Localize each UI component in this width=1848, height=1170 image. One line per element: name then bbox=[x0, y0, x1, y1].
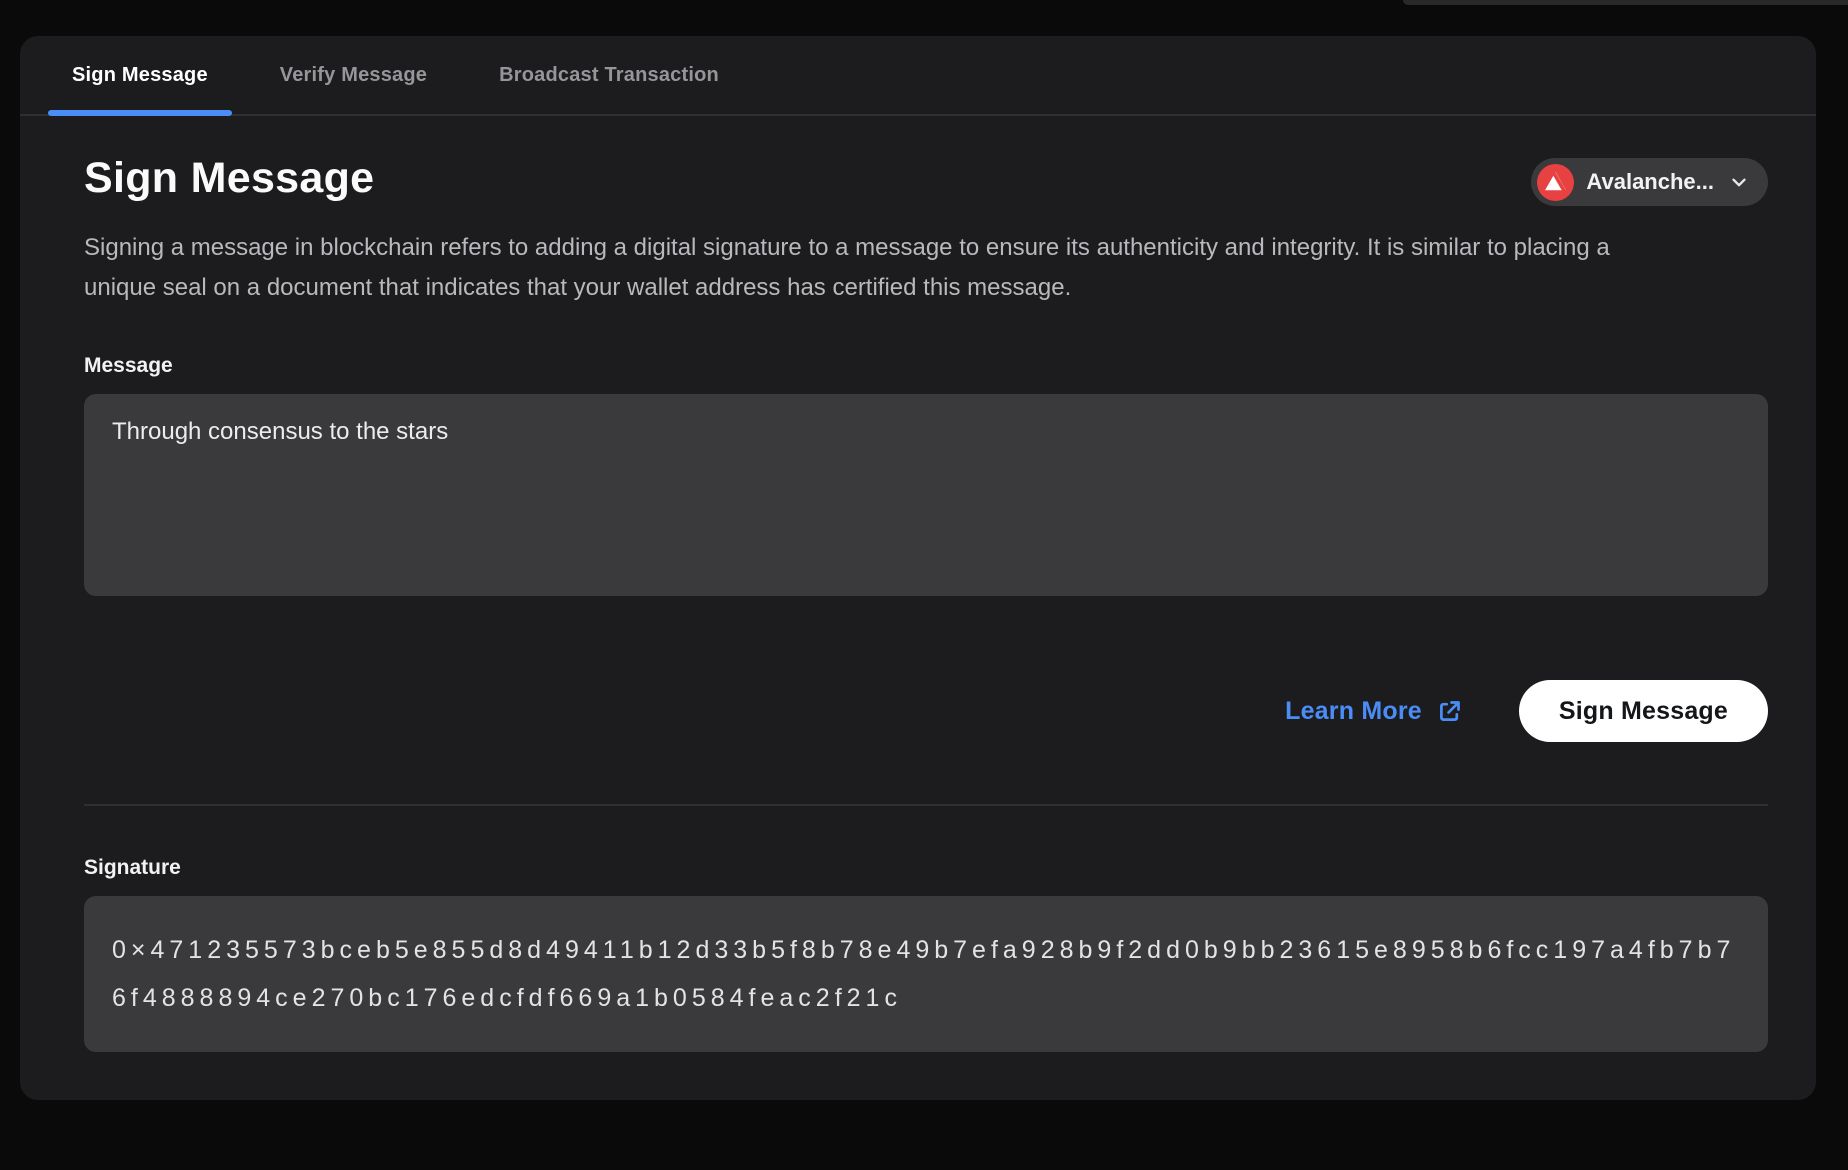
tabbar: Sign Message Verify Message Broadcast Tr… bbox=[20, 36, 1816, 116]
chevron-down-icon bbox=[1728, 171, 1750, 193]
tab-sign-message[interactable]: Sign Message bbox=[48, 36, 232, 114]
message-input[interactable]: Through consensus to the stars bbox=[84, 394, 1768, 596]
tab-verify-message-label: Verify Message bbox=[280, 64, 427, 87]
signature-label: Signature bbox=[84, 856, 1768, 880]
active-tab-indicator bbox=[48, 110, 232, 116]
tab-broadcast-transaction-label: Broadcast Transaction bbox=[499, 64, 719, 87]
panel-description: Signing a message in blockchain refers t… bbox=[84, 228, 1614, 308]
learn-more-link[interactable]: Learn More bbox=[1285, 697, 1463, 726]
tab-broadcast-transaction[interactable]: Broadcast Transaction bbox=[475, 36, 743, 114]
network-selector-label: Avalanche... bbox=[1586, 169, 1714, 195]
sign-message-panel: Sign Message Verify Message Broadcast Tr… bbox=[20, 36, 1816, 1100]
avalanche-logo-icon bbox=[1537, 164, 1574, 201]
header-row: Sign Message Avalanche... bbox=[84, 152, 1768, 206]
learn-more-label: Learn More bbox=[1285, 697, 1422, 726]
page-title: Sign Message bbox=[84, 152, 374, 204]
tab-verify-message[interactable]: Verify Message bbox=[256, 36, 451, 114]
message-label: Message bbox=[84, 354, 1768, 378]
signature-value: 0×471235573bceb5e855d8d49411b12d33b5f8b7… bbox=[84, 896, 1768, 1052]
sign-message-button[interactable]: Sign Message bbox=[1519, 680, 1768, 742]
section-divider bbox=[84, 804, 1768, 806]
network-selector[interactable]: Avalanche... bbox=[1531, 158, 1768, 206]
panel-content: Sign Message Avalanche... Signing a mess… bbox=[20, 152, 1816, 1052]
actions-row: Learn More Sign Message bbox=[84, 680, 1768, 742]
external-link-icon bbox=[1436, 698, 1463, 725]
top-window-edge bbox=[1403, 0, 1848, 5]
tab-sign-message-label: Sign Message bbox=[72, 64, 208, 87]
